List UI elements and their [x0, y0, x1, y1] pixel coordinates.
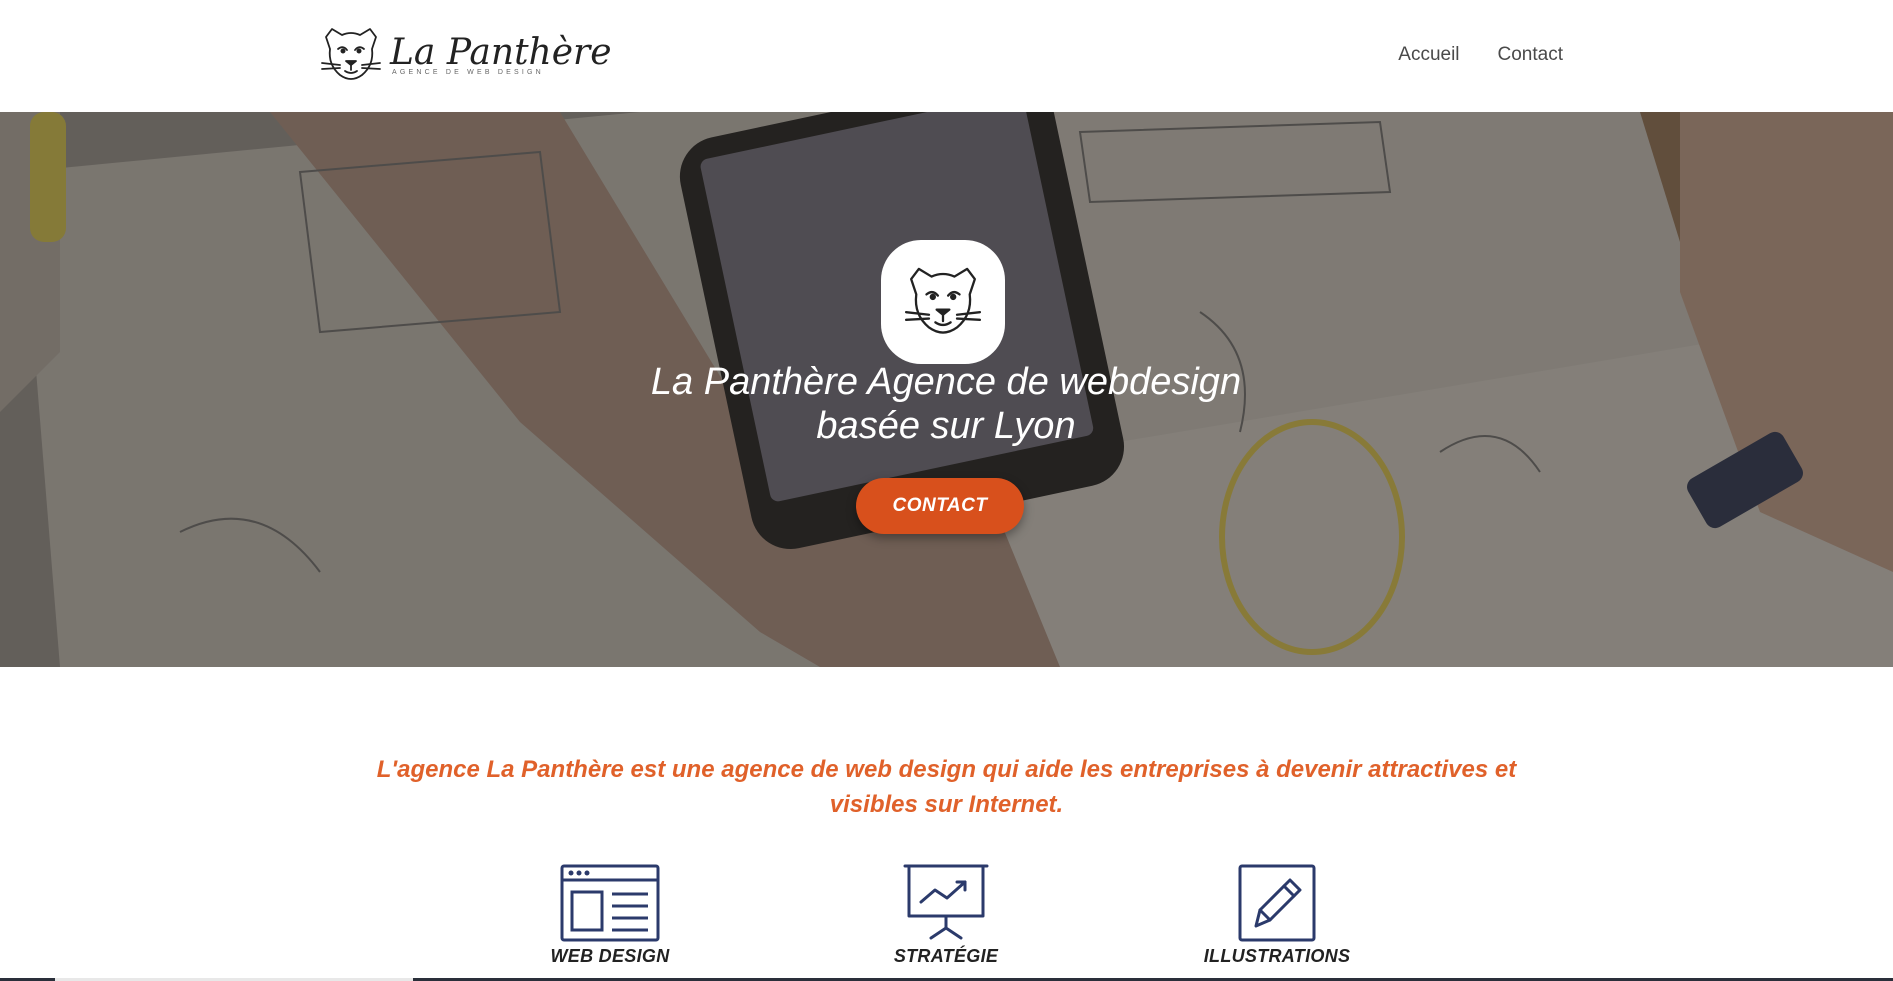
service-strategie[interactable]: STRATÉGIE [836, 864, 1056, 967]
contact-cta-button[interactable]: CONTACT [856, 478, 1024, 534]
hero-title-line1: La Panthère Agence de webdesign [650, 361, 1242, 403]
site-logo[interactable]: La Panthère AGENCE DE WEB DESIGN [318, 22, 612, 88]
browser-layout-icon [560, 864, 660, 942]
nav-link-contact[interactable]: Contact [1498, 44, 1563, 66]
service-label: ILLUSTRATIONS [1203, 946, 1351, 966]
hero-title-line2: basée sur Lyon [816, 405, 1076, 447]
panther-icon [904, 267, 982, 334]
site-header: La Panthère AGENCE DE WEB DESIGN Accueil… [0, 0, 1893, 112]
hero-title: La Panthère Agence de webdesign basée su… [546, 360, 1346, 448]
panther-logo-icon [321, 28, 381, 80]
nav-link-accueil[interactable]: Accueil [1398, 44, 1459, 66]
service-web-design[interactable]: WEB DESIGN [500, 864, 720, 967]
intro-text: L'agence La Panthère est une agence de w… [376, 756, 1517, 818]
main-nav: Accueil Contact [1398, 44, 1563, 66]
logo-title: La Panthère [390, 31, 612, 73]
service-label: STRATÉGIE [893, 946, 999, 966]
presentation-chart-icon [903, 864, 989, 940]
service-illustrations[interactable]: ILLUSTRATIONS [1167, 864, 1387, 967]
service-label: WEB DESIGN [550, 946, 670, 966]
hero-panther-badge [881, 240, 1005, 364]
pencil-icon [1238, 864, 1316, 942]
hero-banner: La Panthère Agence de webdesign basée su… [0, 112, 1893, 667]
